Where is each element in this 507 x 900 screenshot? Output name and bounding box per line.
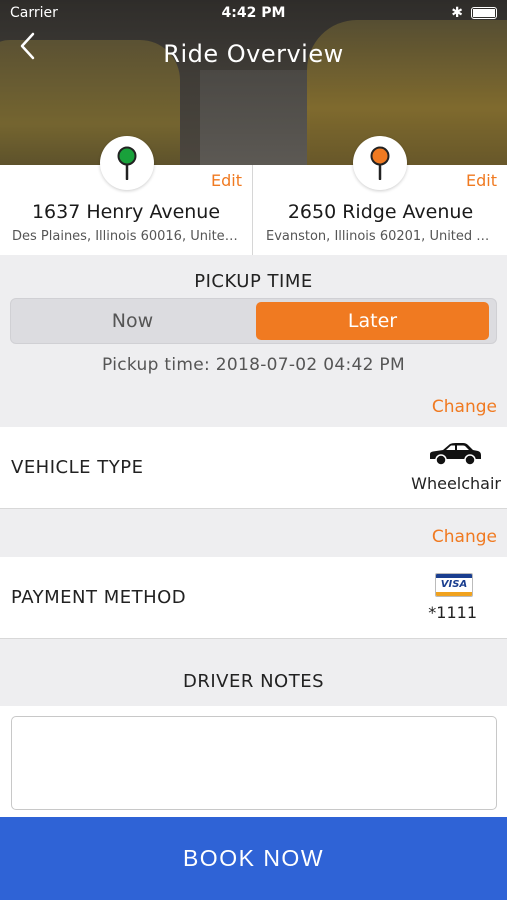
pickup-later-option[interactable]: Later bbox=[256, 302, 489, 340]
bluetooth-icon: ✱ bbox=[451, 5, 463, 21]
payment-method-label: PAYMENT METHOD bbox=[11, 587, 187, 608]
pickup-now-option[interactable]: Now bbox=[11, 299, 254, 343]
car-icon bbox=[430, 443, 481, 466]
card-last-digits: *1111 bbox=[428, 603, 477, 622]
visa-card-icon: VISA bbox=[435, 573, 473, 597]
pickup-time-segmented-control: Now Later bbox=[10, 298, 497, 344]
card-brand-label: VISA bbox=[440, 579, 468, 590]
change-vehicle-button[interactable]: Change bbox=[432, 397, 497, 417]
edit-dropoff-button[interactable]: Edit bbox=[466, 171, 497, 190]
battery-icon bbox=[471, 7, 497, 19]
dropoff-address-name: 2650 Ridge Avenue bbox=[287, 201, 474, 223]
vehicle-type-row[interactable]: VEHICLE TYPE Wheelchair bbox=[0, 427, 507, 509]
pickup-address-name: 1637 Henry Avenue bbox=[31, 201, 221, 223]
status-time: 4:42 PM bbox=[221, 5, 286, 21]
driver-notes-heading: DRIVER NOTES bbox=[182, 671, 325, 692]
pickup-pin-badge bbox=[100, 136, 154, 190]
book-now-button[interactable]: BOOK NOW bbox=[0, 817, 507, 900]
driver-notes-input[interactable] bbox=[11, 716, 497, 810]
page-title: Ride Overview bbox=[163, 40, 344, 68]
status-bar: Carrier 4:42 PM ✱ bbox=[0, 2, 507, 24]
change-payment-button[interactable]: Change bbox=[432, 527, 497, 547]
header-banner: Carrier 4:42 PM ✱ Ride Overview bbox=[0, 0, 507, 165]
dropoff-address-detail: Evanston, Illinois 60201, United States bbox=[266, 229, 497, 244]
pickup-time-value: Pickup time: 2018-07-02 04:42 PM bbox=[102, 355, 405, 375]
dropoff-pin-badge bbox=[353, 136, 407, 190]
edit-pickup-button[interactable]: Edit bbox=[211, 171, 242, 190]
address-row: Edit 1637 Henry Avenue Des Plaines, Illi… bbox=[0, 165, 507, 255]
map-pin-green-icon bbox=[117, 146, 137, 180]
vehicle-type-value: Wheelchair bbox=[411, 474, 501, 493]
map-pin-orange-icon bbox=[370, 146, 390, 180]
pickup-address-detail: Des Plaines, Illinois 60016, United Stat… bbox=[12, 229, 242, 244]
payment-method-row[interactable]: PAYMENT METHOD VISA *1111 bbox=[0, 557, 507, 639]
vehicle-type-label: VEHICLE TYPE bbox=[11, 457, 144, 478]
pickup-time-heading: PICKUP TIME bbox=[194, 271, 313, 292]
